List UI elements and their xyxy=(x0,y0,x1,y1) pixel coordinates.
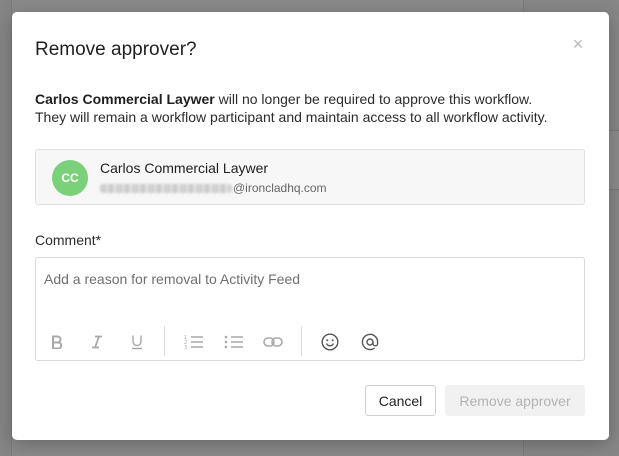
svg-text:3: 3 xyxy=(184,345,187,350)
link-icon[interactable] xyxy=(260,330,286,354)
toolbar-divider xyxy=(164,326,165,356)
modal-title: Remove approver? xyxy=(35,39,197,60)
italic-icon[interactable] xyxy=(84,330,110,354)
message-approver-name: Carlos Commercial Laywer xyxy=(35,91,215,107)
remove-approver-modal: Remove approver? × Carlos Commercial Lay… xyxy=(12,12,609,440)
ordered-list-icon[interactable]: 123 xyxy=(181,330,207,354)
approver-name: Carlos Commercial Laywer xyxy=(100,160,269,176)
comment-label: Comment* xyxy=(35,232,102,248)
emoji-icon[interactable] xyxy=(317,330,343,354)
underline-icon[interactable] xyxy=(124,330,150,354)
email-redaction xyxy=(100,184,232,194)
removal-message: Carlos Commercial Laywer will no longer … xyxy=(35,90,595,126)
bullet-list-icon[interactable] xyxy=(221,330,247,354)
message-line2: They will remain a workflow participant … xyxy=(35,109,548,125)
message-line1: will no longer be required to approve th… xyxy=(214,91,533,107)
comment-editor: 123 xyxy=(35,257,585,361)
remove-approver-button[interactable]: Remove approver xyxy=(445,385,585,416)
toolbar-divider xyxy=(301,326,302,356)
formatting-toolbar: 123 xyxy=(36,326,584,356)
cancel-button[interactable]: Cancel xyxy=(365,385,436,416)
approver-card: CC Carlos Commercial Laywer @ironcladhq.… xyxy=(35,149,585,205)
mention-icon[interactable] xyxy=(357,330,383,354)
bold-icon[interactable] xyxy=(44,330,70,354)
approver-email-domain: @ironcladhq.com xyxy=(233,181,327,195)
avatar: CC xyxy=(52,160,88,196)
comment-input[interactable] xyxy=(44,268,574,290)
close-icon[interactable]: × xyxy=(568,34,588,54)
approver-email: @ironcladhq.com xyxy=(100,181,327,195)
